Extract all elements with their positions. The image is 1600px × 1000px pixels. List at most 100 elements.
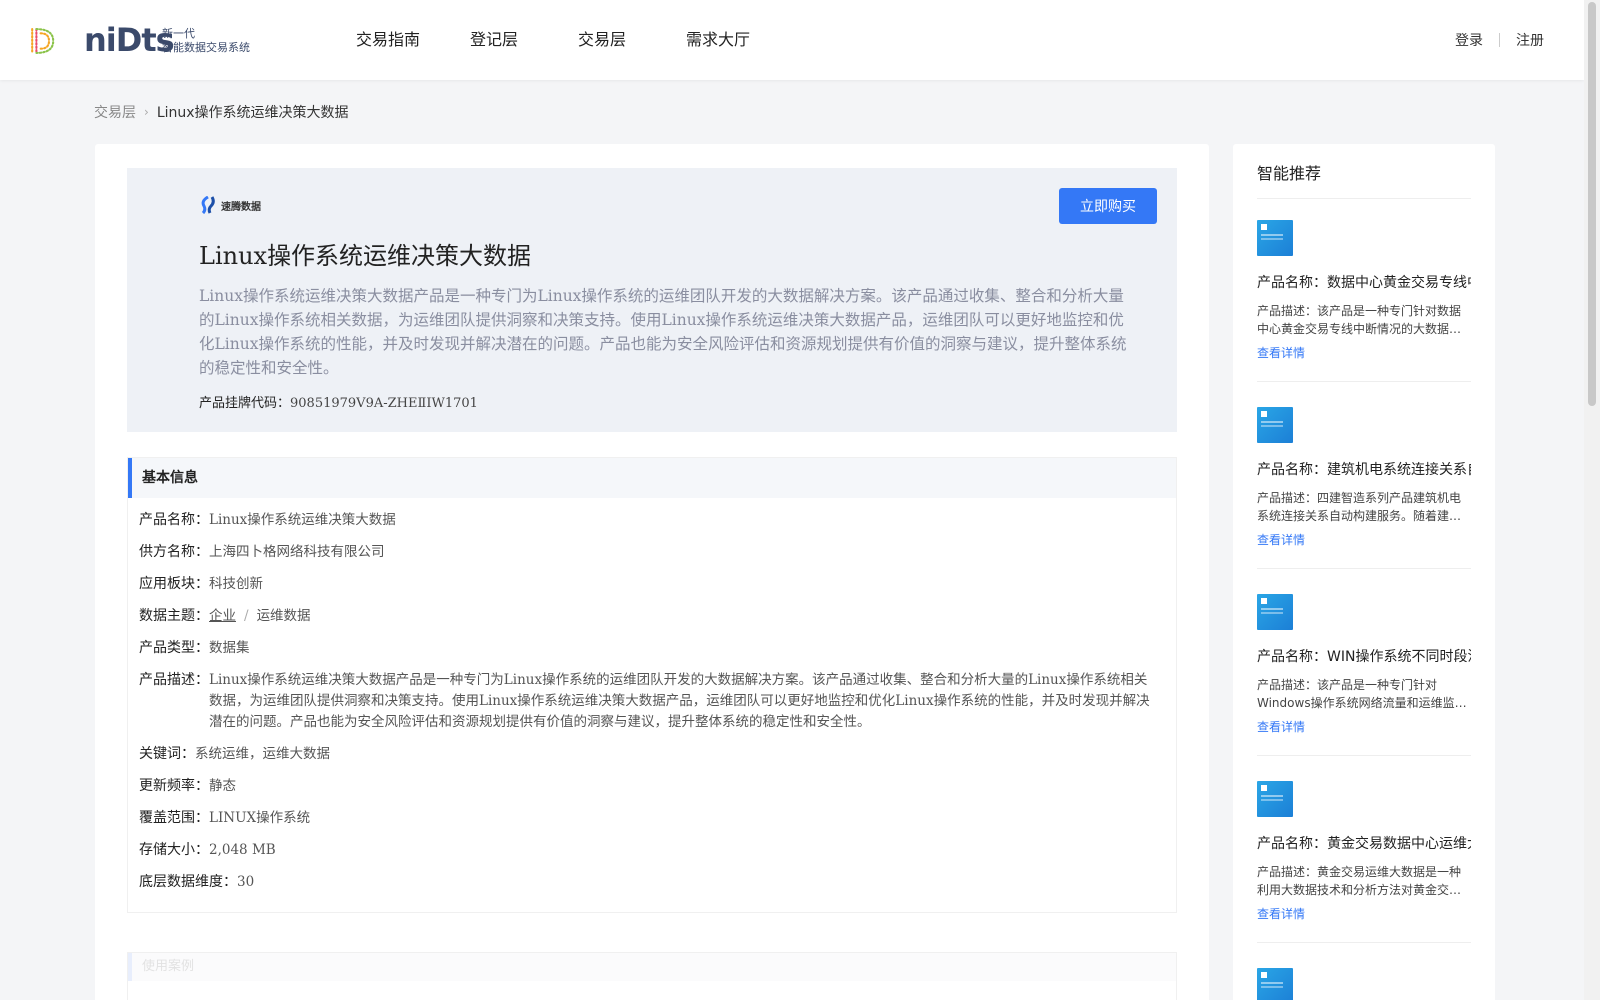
product-title: Linux操作系统运维决策大数据: [199, 242, 532, 270]
page-scrollbar[interactable]: [1584, 0, 1600, 1000]
view-details-link[interactable]: 查看详情: [1257, 531, 1305, 548]
product-thumbnail[interactable]: [1257, 220, 1293, 256]
recommendation-name[interactable]: 产品名称：建筑机电系统连接关系自动构建: [1257, 459, 1471, 479]
item-divider: [1257, 381, 1471, 382]
listing-code-label: 产品挂牌代码：: [199, 396, 291, 411]
info-value: Linux操作系统运维决策大数据: [209, 512, 396, 528]
logo-wordmark: niDts: [84, 21, 175, 59]
view-details-link[interactable]: 查看详情: [1257, 905, 1305, 922]
nav-trading-layer[interactable]: 交易层: [578, 28, 638, 52]
scrollbar-thumb[interactable]: [1588, 2, 1596, 406]
basic-info-list: 产品名称： Linux操作系统运维决策大数据 供方名称： 上海四卜格网络科技有限公司…: [128, 498, 1176, 893]
info-row-keywords: 关键词： 系统运维，运维大数据: [139, 744, 1176, 765]
recommendation-item[interactable]: 产品名称：黄金交易数据中心运维大数据 产品描述：黄金交易运维大数据是一种利用大数…: [1257, 761, 1471, 947]
info-row-product-type: 产品类型： 数据集: [139, 638, 1176, 659]
info-value: 系统运维，运维大数据: [195, 746, 330, 762]
recommendation-name[interactable]: 产品名称：黄金交易数据中心运维大数据: [1257, 833, 1471, 853]
recommendation-desc: 产品描述：黄金交易运维大数据是一种利用大数据技术和分析方法对黄金交易数据中心进行…: [1257, 865, 1462, 897]
info-value: LINUX操作系统: [209, 810, 311, 826]
nidts-logo-icon[interactable]: [28, 20, 70, 62]
auth-divider: [1499, 33, 1500, 47]
recommendation-name[interactable]: 产品名称：数据中心黄金交易专线中断情况: [1257, 272, 1471, 292]
login-link[interactable]: 登录: [1455, 30, 1483, 50]
product-description: Linux操作系统运维决策大数据产品是一种专门为Linux操作系统的运维团队开发…: [199, 287, 1127, 377]
recommendation-item[interactable]: [1257, 948, 1471, 1000]
vendor-logo-text: 速腾数据: [221, 201, 261, 213]
product-thumbnail[interactable]: [1257, 781, 1293, 817]
info-key: 覆盖范围：: [139, 810, 209, 826]
listing-code: 产品挂牌代码：90851979V9A-ZHEⅡIW1701: [199, 392, 478, 411]
recommendation-desc: 产品描述：该产品是一种专门针对数据中心黄金交易专线中断情况的大数据解决方案: [1257, 304, 1462, 336]
info-key: 存储大小：: [139, 842, 209, 858]
view-details-link[interactable]: 查看详情: [1257, 344, 1305, 361]
recommendation-item[interactable]: 产品名称：建筑机电系统连接关系自动构建 产品描述：四建智造系列产品建筑机电系统连…: [1257, 387, 1471, 573]
info-row-supplier: 供方名称： 上海四卜格网络科技有限公司: [139, 542, 1176, 563]
info-key: 产品描述：: [139, 672, 209, 688]
info-key: 应用板块：: [139, 576, 209, 592]
info-key: 数据主题：: [139, 608, 209, 624]
recommendation-desc: 产品描述：该产品是一种专门针对Windows操作系统网络流量和运维监控的解决方案: [1257, 678, 1467, 710]
info-row-data-theme: 数据主题： 企业 / 运维数据: [139, 606, 1176, 627]
info-row-product-name: 产品名称： Linux操作系统运维决策大数据: [139, 510, 1176, 531]
info-key: 底层数据维度：: [139, 874, 237, 890]
info-key: 关键词：: [139, 746, 195, 762]
sidebar-divider: [1257, 198, 1471, 199]
info-row-coverage: 覆盖范围： LINUX操作系统: [139, 808, 1176, 829]
register-link[interactable]: 注册: [1516, 30, 1544, 50]
vendor-logo-icon: [201, 196, 215, 214]
product-thumbnail[interactable]: [1257, 594, 1293, 630]
theme-link-enterprise[interactable]: 企业: [209, 608, 236, 624]
product-detail-card: 速腾数据 立即购买 Linux操作系统运维决策大数据 Linux操作系统运维决策…: [95, 144, 1209, 1000]
recommendation-item[interactable]: 产品名称：数据中心黄金交易专线中断情况 产品描述：该产品是一种专门针对数据中心黄…: [1257, 200, 1471, 386]
nav-trade-guide[interactable]: 交易指南: [356, 28, 420, 52]
logo-subtitle-line1: 新一代: [162, 27, 195, 40]
logo-subtitle: 新一代 智能数据交易系统: [162, 27, 250, 55]
recommendation-sidebar: 智能推荐 产品名称：数据中心黄金交易专线中断情况 产品描述：该产品是一种专门针对…: [1233, 144, 1495, 1000]
info-key: 产品名称：: [139, 512, 209, 528]
auth-links: 登录 注册: [1455, 30, 1544, 50]
recommendation-name[interactable]: 产品名称：WIN操作系统不同时段流量数据: [1257, 646, 1471, 666]
product-thumbnail[interactable]: [1257, 407, 1293, 443]
sidebar-title: 智能推荐: [1257, 164, 1322, 183]
product-thumbnail[interactable]: [1257, 968, 1293, 1000]
info-row-update-frequency: 更新频率： 静态: [139, 776, 1176, 797]
nav-demand-hall[interactable]: 需求大厅: [686, 28, 750, 52]
info-row-sector: 应用板块： 科技创新: [139, 574, 1176, 595]
blurred-section: 使用案例: [127, 952, 1177, 1000]
listing-code-value: 90851979V9A-ZHEⅡIW1701: [290, 396, 478, 411]
recommendation-desc: 产品描述：四建智造系列产品建筑机电系统连接关系自动构建服务。随着建筑行业的发展: [1257, 491, 1462, 523]
recommendation-item[interactable]: 产品名称：WIN操作系统不同时段流量数据 产品描述：该产品是一种专门针对Wind…: [1257, 574, 1471, 760]
theme-separator: /: [244, 608, 249, 624]
blurred-section-heading: 使用案例: [128, 953, 1176, 981]
info-key: 更新频率：: [139, 778, 209, 794]
product-hero: 速腾数据 立即购买 Linux操作系统运维决策大数据 Linux操作系统运维决策…: [127, 168, 1177, 432]
nav-registration-layer[interactable]: 登记层: [470, 28, 530, 52]
theme-ops-data: 运维数据: [256, 608, 311, 624]
info-value: 2,048 MB: [209, 842, 276, 858]
breadcrumb: 交易层 › Linux操作系统运维决策大数据: [94, 102, 349, 122]
breadcrumb-parent[interactable]: 交易层: [94, 102, 136, 122]
info-row-dimensions: 底层数据维度： 30: [139, 872, 1176, 893]
main-nav: 交易指南 登记层 交易层 需求大厅: [356, 28, 800, 52]
info-value: 科技创新: [209, 576, 263, 592]
logo-subtitle-line2: 智能数据交易系统: [162, 41, 250, 54]
view-details-link[interactable]: 查看详情: [1257, 718, 1305, 735]
info-value: 上海四卜格网络科技有限公司: [209, 544, 385, 560]
breadcrumb-current: Linux操作系统运维决策大数据: [156, 105, 349, 121]
info-key: 产品类型：: [139, 640, 209, 656]
info-row-description: 产品描述： Linux操作系统运维决策大数据产品是一种专门为Linux操作系统的运…: [139, 670, 1176, 733]
item-divider: [1257, 568, 1471, 569]
top-header: niDts 新一代 智能数据交易系统 交易指南 登记层 交易层 需求大厅 登录 …: [0, 0, 1584, 80]
vendor-logo: 速腾数据: [199, 196, 261, 214]
info-row-storage-size: 存储大小： 2,048 MB: [139, 840, 1176, 861]
buy-now-button[interactable]: 立即购买: [1059, 188, 1157, 224]
info-value: 企业 / 运维数据: [209, 606, 311, 627]
info-value: 静态: [209, 778, 236, 794]
basic-info-heading: 基本信息: [128, 458, 1176, 498]
info-value: Linux操作系统运维决策大数据产品是一种专门为Linux操作系统的运维团队开发…: [209, 672, 1150, 730]
chevron-right-icon: ›: [144, 105, 149, 119]
info-value: 30: [237, 874, 255, 890]
info-key: 供方名称：: [139, 544, 209, 560]
basic-info-section: 基本信息 产品名称： Linux操作系统运维决策大数据 供方名称： 上海四卜格网络科…: [127, 457, 1177, 913]
info-value: 数据集: [209, 640, 250, 656]
